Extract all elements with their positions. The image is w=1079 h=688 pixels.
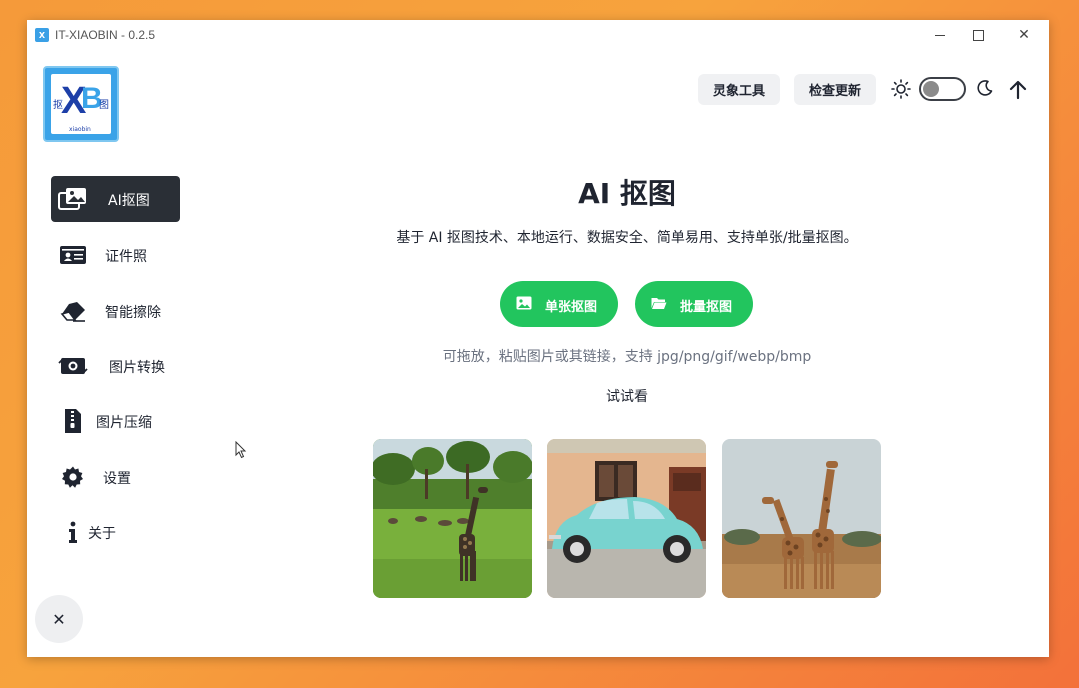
image-convert-icon	[58, 354, 88, 378]
app-window: X IT-XIAOBIN - 0.2.5 ✕ 抠 X B 图 xiaobin 灵…	[27, 20, 1049, 657]
folder-open-icon	[651, 298, 667, 309]
id-card-icon	[58, 243, 88, 267]
single-cutout-button[interactable]: 单张抠图	[500, 281, 618, 327]
close-window-button[interactable]: ✕	[1006, 25, 1042, 45]
close-sidebar-button[interactable]: ✕	[35, 595, 83, 643]
sidebar-item-about[interactable]: 关于	[51, 509, 180, 555]
single-cutout-label: 单张抠图	[545, 300, 598, 315]
gear-icon	[58, 465, 88, 489]
sidebar-item-settings[interactable]: 设置	[51, 454, 180, 500]
sidebar-item-label: 图片压缩	[96, 415, 152, 431]
image-gallery-icon	[58, 187, 88, 211]
sidebar-item-id-photo[interactable]: 证件照	[51, 232, 180, 278]
moon-icon	[977, 80, 993, 96]
sidebar-item-ai-cutout[interactable]: AI抠图	[51, 176, 180, 222]
sidebar-item-label: 关于	[88, 526, 116, 542]
sidebar-item-image-compress[interactable]: 图片压缩	[51, 398, 180, 444]
lingxiang-tools-button[interactable]: 灵象工具	[698, 74, 780, 105]
sample-image-giraffes[interactable]	[722, 439, 881, 598]
sidebar-item-image-convert[interactable]: 图片转换	[51, 343, 180, 389]
check-update-button[interactable]: 检查更新	[794, 74, 876, 105]
theme-toggle[interactable]	[919, 77, 966, 101]
sun-icon	[891, 79, 911, 99]
sidebar-item-label: 设置	[103, 471, 131, 487]
page-title: AI 抠图	[578, 177, 676, 210]
sidebar-item-smart-erase[interactable]: 智能擦除	[51, 288, 180, 334]
title-bar: X IT-XIAOBIN - 0.2.5 ✕	[27, 20, 1049, 50]
eraser-icon	[58, 299, 88, 323]
window-title: IT-XIAOBIN - 0.2.5	[55, 28, 156, 42]
mouse-cursor-icon	[235, 441, 247, 459]
info-icon	[58, 520, 88, 544]
drop-hint: 可拖放，粘贴图片或其链接，支持 jpg/png/gif/webp/bmp	[442, 349, 812, 365]
maximize-button[interactable]	[960, 25, 996, 45]
sidebar-item-label: AI抠图	[108, 193, 150, 209]
logo-small-text: xiaobin	[69, 126, 91, 133]
page-subtitle: 基于 AI 抠图技术、本地运行、数据安全、简单易用、支持单张/批量抠图。	[396, 230, 858, 246]
batch-cutout-button[interactable]: 批量抠图	[635, 281, 753, 327]
app-logo-icon: X	[35, 28, 49, 42]
app-logo: 抠 X B 图 xiaobin	[43, 66, 119, 142]
toggle-knob	[923, 81, 939, 97]
try-label: 试试看	[606, 389, 648, 405]
batch-cutout-label: 批量抠图	[680, 300, 733, 315]
minimize-button[interactable]	[922, 25, 958, 45]
sidebar-item-label: 图片转换	[109, 360, 165, 376]
logo-right-char: 图	[99, 100, 109, 111]
sample-image-giraffe[interactable]	[373, 439, 532, 598]
logo-inner: 抠 X B 图 xiaobin	[51, 74, 111, 134]
file-zip-icon	[58, 409, 88, 433]
image-icon	[516, 296, 532, 310]
sidebar-item-label: 智能擦除	[105, 305, 161, 321]
sidebar-item-label: 证件照	[105, 249, 147, 265]
sample-image-car[interactable]	[547, 439, 706, 598]
arrow-up-icon[interactable]	[1009, 80, 1027, 100]
